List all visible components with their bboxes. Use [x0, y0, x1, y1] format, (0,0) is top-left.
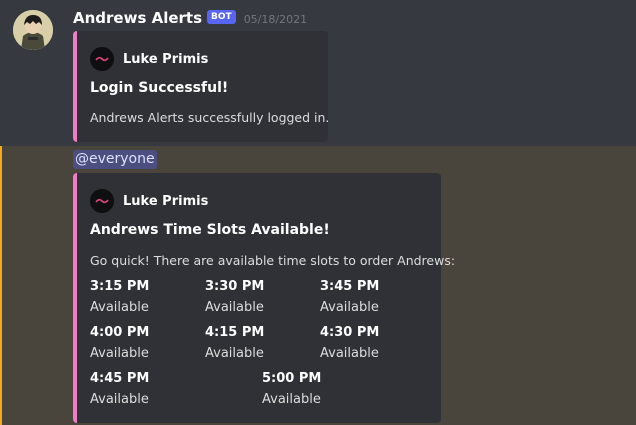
- field-slot: 4:15 PM Available: [205, 323, 264, 363]
- field-name: 4:45 PM: [90, 371, 150, 386]
- embed-author-name: Luke Primis: [123, 193, 209, 209]
- message-login: Andrews Alerts BOT 05/18/2021 Luke Primi…: [0, 0, 636, 146]
- embed-title: Andrews Time Slots Available!: [90, 222, 330, 238]
- field-name: 3:45 PM: [320, 279, 380, 294]
- embed-title: Login Successful!: [90, 80, 229, 96]
- field-value: Available: [320, 300, 379, 315]
- field-name: 4:00 PM: [90, 325, 150, 340]
- field-name: 4:15 PM: [205, 325, 265, 340]
- field-slot: 5:00 PM Available: [262, 369, 321, 409]
- field-value: Available: [205, 300, 264, 315]
- embed-description: Andrews Alerts successfully logged in.: [90, 110, 330, 125]
- author-avatar-icon: [90, 47, 114, 71]
- field-slot: 4:45 PM Available: [90, 369, 149, 409]
- bot-tag: BOT: [207, 10, 236, 24]
- timestamp: 05/18/2021: [243, 12, 308, 26]
- user-avatar[interactable]: [13, 10, 53, 50]
- embed-description: Go quick! There are available time slots…: [90, 253, 456, 268]
- field-value: Available: [262, 392, 321, 407]
- embed-author: Luke Primis: [90, 47, 208, 71]
- field-slot: 4:30 PM Available: [320, 323, 379, 363]
- embed-time-slots: Luke Primis Andrews Time Slots Available…: [73, 173, 455, 423]
- field-value: Available: [90, 392, 149, 407]
- mention-highlight-bar: [0, 146, 2, 425]
- field-value: Available: [205, 346, 264, 361]
- avatar-icon: [13, 10, 53, 50]
- message-header: Andrews Alerts BOT 05/18/2021: [73, 8, 307, 28]
- field-name: 5:00 PM: [262, 371, 322, 386]
- embed-login: Luke Primis Login Successful! Andrews Al…: [73, 31, 330, 142]
- field-slot: 3:45 PM Available: [320, 277, 379, 317]
- field-value: Available: [90, 300, 149, 315]
- field-slot: 3:30 PM Available: [205, 277, 264, 317]
- username[interactable]: Andrews Alerts: [73, 9, 202, 27]
- field-value: Available: [90, 346, 149, 361]
- field-slot: 3:15 PM Available: [90, 277, 149, 317]
- field-name: 3:15 PM: [90, 279, 150, 294]
- field-name: 4:30 PM: [320, 325, 380, 340]
- field-slot: 4:00 PM Available: [90, 323, 149, 363]
- field-name: 3:30 PM: [205, 279, 265, 294]
- everyone-mention[interactable]: @everyone: [73, 150, 157, 169]
- embed-author: Luke Primis: [90, 189, 208, 213]
- author-avatar-icon: [90, 189, 114, 213]
- field-value: Available: [320, 346, 379, 361]
- embed-author-name: Luke Primis: [123, 51, 209, 67]
